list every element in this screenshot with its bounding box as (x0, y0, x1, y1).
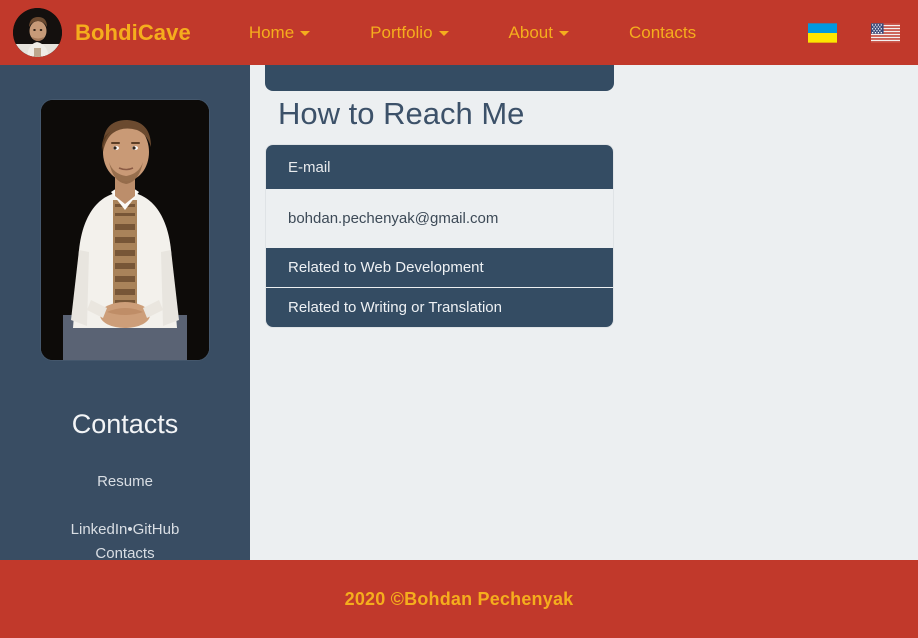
brand-container[interactable]: BohdiCave (13, 8, 191, 57)
language-switcher (808, 0, 900, 65)
nav-item-home-label: Home (248, 23, 295, 42)
ukraine-flag-icon[interactable] (808, 22, 837, 43)
card-action-writing-translation-label: Related to Writing or Translation (288, 299, 502, 316)
chevron-down-icon (438, 31, 449, 36)
sidebar-resume-row: Resume (0, 470, 250, 494)
card-action-web-development-label: Related to Web Development (288, 259, 484, 276)
user-avatar-photo[interactable] (13, 8, 62, 57)
sidebar-title: Contacts (71, 409, 179, 439)
chevron-down-icon (558, 31, 569, 36)
nav-links: Home Portfolio About Contacts (249, 20, 696, 45)
usa-flag-icon[interactable] (871, 22, 900, 43)
page-root: BohdiCave Home Portfolio About Contacts (0, 0, 918, 638)
top-navbar: BohdiCave Home Portfolio About Contacts (0, 0, 918, 65)
contact-card: E-mail bohdan.pechenyak@gmail.com Relate… (265, 144, 614, 328)
sidebar-link-resume[interactable]: Resume (97, 473, 153, 490)
nav-item-about[interactable]: About (509, 20, 569, 45)
nav-item-portfolio-label: Portfolio (370, 23, 433, 42)
brand-title[interactable]: BohdiCave (75, 20, 191, 46)
page-title: How to Reach Me (278, 96, 525, 131)
sidebar-links: Resume LinkedIn•GitHub Contacts (0, 470, 250, 566)
nav-item-home[interactable]: Home (248, 20, 311, 45)
sidebar-social-row: LinkedIn•GitHub Contacts (0, 518, 250, 566)
footer-copyright: 2020 ©Bohdan Pechenyak (344, 588, 574, 609)
portrait-photo (41, 100, 209, 360)
nav-item-about-label: About (508, 23, 553, 42)
main-content: How to Reach Me E-mail bohdan.pechenyak@… (250, 43, 918, 560)
card-header-email-label: E-mail (288, 158, 331, 176)
card-header-email: E-mail (266, 145, 613, 189)
nav-item-contacts[interactable]: Contacts (629, 20, 696, 45)
sidebar: Contacts Resume LinkedIn•GitHub Contacts (0, 65, 250, 562)
card-action-web-development[interactable]: Related to Web Development (266, 247, 613, 287)
sidebar-link-linkedin[interactable]: LinkedIn (71, 521, 128, 538)
card-email-value[interactable]: bohdan.pechenyak@gmail.com (266, 189, 613, 247)
card-action-writing-translation[interactable]: Related to Writing or Translation (266, 287, 613, 327)
nav-item-portfolio[interactable]: Portfolio (370, 20, 449, 45)
sidebar-link-github[interactable]: GitHub (133, 521, 180, 538)
page-footer: 2020 ©Bohdan Pechenyak (0, 560, 918, 638)
chevron-down-icon (300, 31, 311, 36)
email-address-text: bohdan.pechenyak@gmail.com (288, 209, 499, 227)
nav-item-contacts-label: Contacts (628, 23, 697, 42)
